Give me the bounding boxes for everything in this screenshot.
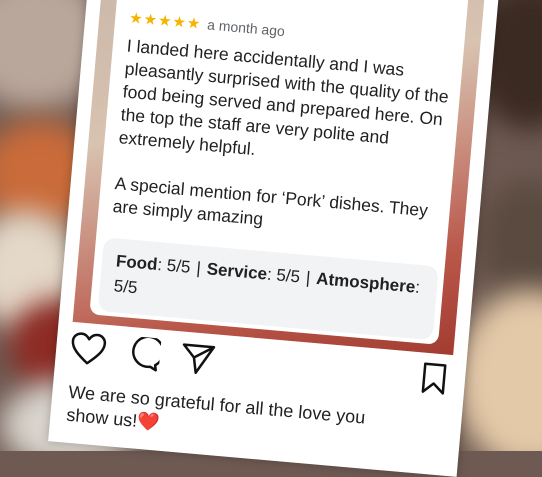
food-label: Food	[115, 251, 159, 274]
review-card: ★★★★★ a month ago I landed here accident…	[89, 0, 470, 345]
bookmark-icon[interactable]	[419, 361, 448, 400]
share-send-icon[interactable]	[178, 340, 217, 382]
like-heart-icon[interactable]	[68, 331, 107, 373]
review-text: I landed here accidentally and I was ple…	[110, 35, 457, 270]
post-image: ★★★★★ a month ago I landed here accident…	[72, 0, 487, 356]
review-time: a month ago	[206, 16, 286, 40]
separator: |	[195, 258, 202, 278]
atmosphere-label: Atmosphere	[315, 268, 417, 297]
rating-row: ★★★★★ a month ago	[129, 9, 286, 41]
post-frame: ★★★★★ a month ago I landed here accident…	[48, 0, 502, 477]
service-value: : 5/5	[266, 264, 301, 287]
separator: |	[305, 268, 312, 288]
comment-icon[interactable]	[124, 335, 165, 378]
review-paragraph-2: A special mention for ‘Pork’ dishes. The…	[111, 173, 429, 229]
review-paragraph-1: I landed here accidentally and I was ple…	[118, 35, 450, 160]
service-label: Service	[205, 259, 268, 284]
food-value: : 5/5	[156, 255, 192, 277]
star-rating-icon: ★★★★★	[128, 9, 203, 33]
